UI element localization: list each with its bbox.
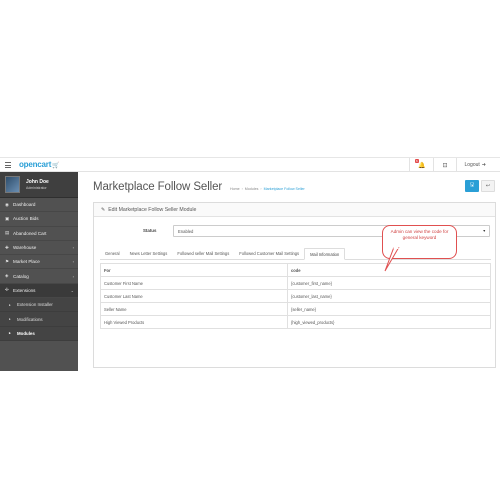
table-header-row: For code <box>100 263 491 277</box>
signout-icon: ➜ <box>481 162 486 168</box>
logout-label: Logout <box>464 162 480 168</box>
main-content: Marketplace Follow Seller Home › Modules › M… <box>78 172 500 371</box>
table-cell-for: High Viewed Products <box>100 315 288 329</box>
table-row: Seller Name {seller_name} <box>100 302 491 316</box>
puzzle-icon: ✣ <box>5 287 9 293</box>
status-label: Status <box>143 228 157 233</box>
back-button[interactable]: ↩ <box>481 180 495 192</box>
sidebar-subitem-modules[interactable]: ▸ Modules <box>0 326 78 341</box>
breadcrumb-modules[interactable]: Modules <box>245 187 259 191</box>
logout-button[interactable]: Logout ➜ <box>455 158 495 172</box>
sidebar-item-auction-bids[interactable]: ▣ Auction Bids <box>0 212 78 227</box>
dashboard-icon: ◉ <box>5 201 9 207</box>
tab-general[interactable]: General <box>100 248 125 260</box>
top-header: opencart🛒 🔔 6 ⊡ Logout ➜ <box>0 158 500 172</box>
bullet-icon: ▸ <box>9 317 11 322</box>
breadcrumb-current[interactable]: Marketplace Follow Seller <box>264 187 305 191</box>
profile-name: John Doe <box>26 179 49 185</box>
avatar <box>5 176 20 193</box>
auction-icon: ▣ <box>5 215 10 221</box>
settings-button[interactable]: ⊡ <box>433 158 455 172</box>
table-cell-for: Seller Name <box>100 302 288 316</box>
chevron-down-icon: ⌄ <box>70 287 74 293</box>
save-button[interactable]: 🖫 <box>465 180 479 192</box>
sidebar-subitem-extension-installer[interactable]: ▸ Extension Installer <box>0 298 78 313</box>
menu-toggle-icon[interactable] <box>5 162 11 168</box>
chevron-right-icon: › <box>72 245 74 251</box>
sidebar: John Doe Administrator ◉ Dashboard ▣ Aucti… <box>0 172 78 371</box>
panel-heading: ✎ Edit Marketplace Follow Seller Module <box>94 203 495 217</box>
tab-followed-seller-mail-settings[interactable]: Followed seller Mail Settings <box>172 248 234 260</box>
table-cell-code: {customer_last_name} <box>287 289 491 303</box>
callout-pointer <box>384 247 400 272</box>
app-window: opencart🛒 🔔 6 ⊡ Logout ➜ John Doe Administ… <box>0 157 500 371</box>
user-profile[interactable]: John Doe Administrator <box>0 172 78 198</box>
save-icon: 🖫 <box>469 182 475 188</box>
column-header-for: For <box>100 263 288 277</box>
breadcrumb-separator: › <box>260 187 262 191</box>
breadcrumb-home[interactable]: Home <box>230 187 240 191</box>
warehouse-icon: ✚ <box>5 244 9 250</box>
cart-icon: ▤ <box>5 230 10 236</box>
sidebar-item-dashboard[interactable]: ◉ Dashboard <box>0 198 78 213</box>
sidebar-item-warehouse[interactable]: ✚ Warehouse › <box>0 241 78 256</box>
sidebar-item-abandoned-cart[interactable]: ▤ Abandoned Cart <box>0 227 78 241</box>
tab-followed-customer-mail-settings[interactable]: Followed Customer Mail Settings <box>234 248 304 260</box>
expand-icon: ⊡ <box>442 162 448 169</box>
profile-role: Administrator <box>26 186 47 190</box>
table-row: High Viewed Products {high_viewed_produc… <box>100 315 491 329</box>
tab-news-letter-settings[interactable]: News Letter Settings <box>125 248 173 260</box>
catalog-icon: ◈ <box>5 273 9 279</box>
back-arrow-icon: ↩ <box>485 183 491 189</box>
bullet-icon: ▸ <box>9 331 11 336</box>
opencart-logo[interactable]: opencart🛒 <box>19 160 60 169</box>
table-row: Customer First Name {customer_first_name… <box>100 276 491 290</box>
table-cell-code: {high_viewed_products} <box>287 315 491 329</box>
caret-down-icon: ▼ <box>482 229 486 233</box>
breadcrumb: Home › Modules › Marketplace Follow Seller <box>230 187 305 191</box>
tab-mail-information[interactable]: Mail Information <box>304 248 346 260</box>
table-cell-for: Customer Last Name <box>100 289 288 303</box>
chevron-right-icon: › <box>72 259 74 265</box>
chevron-right-icon: › <box>72 273 74 279</box>
sidebar-item-extensions[interactable]: ✣ Extensions ⌄ <box>0 283 78 299</box>
table-row: Customer Last Name {customer_last_name} <box>100 289 491 303</box>
sidebar-item-catalog[interactable]: ◈ Catalog › <box>0 269 78 284</box>
sidebar-item-market-place[interactable]: ⚑ Market Place › <box>0 255 78 270</box>
page-title: Marketplace Follow Seller <box>93 181 223 193</box>
pencil-icon: ✎ <box>101 206 106 213</box>
bullet-icon: ▸ <box>9 302 11 307</box>
mail-info-table: For code Customer First Name {customer_f… <box>100 263 491 329</box>
bell-icon: 🔔 6 <box>414 158 426 169</box>
table-cell-code: {customer_first_name} <box>287 276 491 290</box>
notification-badge: 6 <box>414 158 419 163</box>
table-cell-for: Customer First Name <box>100 276 288 290</box>
breadcrumb-separator: › <box>241 187 243 191</box>
marketplace-icon: ⚑ <box>5 258 10 264</box>
table-cell-code: {seller_name} <box>287 302 491 316</box>
notifications-button[interactable]: 🔔 6 <box>408 158 433 172</box>
cart-logo-icon: 🛒 <box>52 163 60 169</box>
sidebar-subitem-modifications[interactable]: ▸ Modifications <box>0 312 78 327</box>
